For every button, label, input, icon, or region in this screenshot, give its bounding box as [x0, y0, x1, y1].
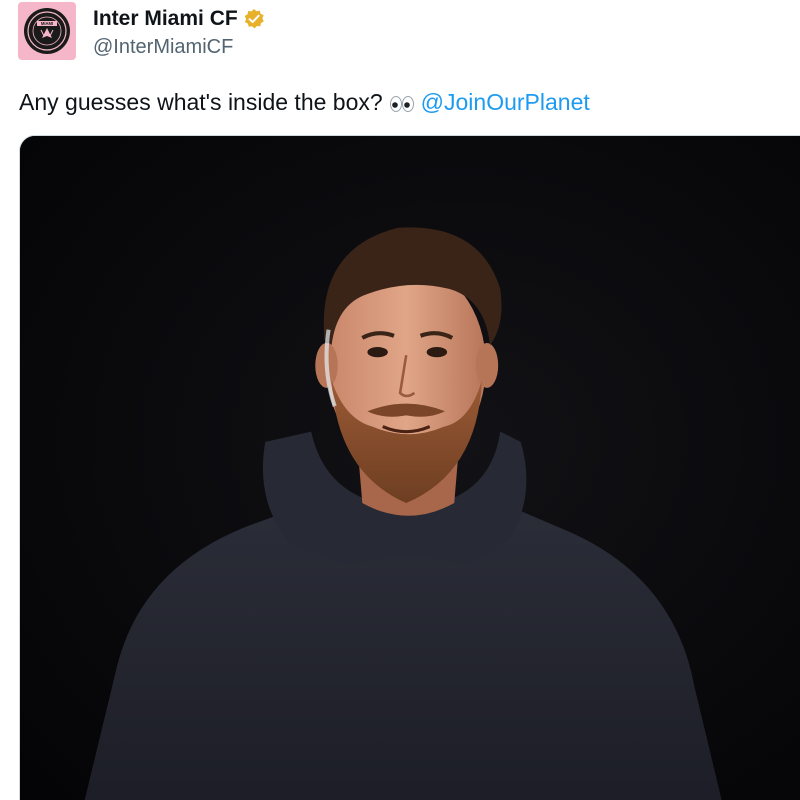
- gold-verified-icon[interactable]: [243, 8, 265, 30]
- eyes-emoji-icon: [389, 95, 414, 112]
- display-name-row: Inter Miami CF: [93, 6, 265, 32]
- account-handle[interactable]: @InterMiamiCF: [93, 34, 265, 60]
- portrait-photo: [20, 136, 800, 800]
- account-names: Inter Miami CF @InterMiamiCF: [93, 6, 265, 60]
- tweet-media[interactable]: [19, 135, 800, 800]
- tweet-body: Any guesses what's inside the box?: [19, 89, 383, 115]
- avatar[interactable]: MIAMI: [18, 2, 76, 60]
- inter-miami-crest-icon: MIAMI: [24, 8, 70, 54]
- tweet-header: MIAMI Inter Miami CF @InterMiamiCF: [18, 2, 265, 60]
- display-name[interactable]: Inter Miami CF: [93, 6, 238, 32]
- tweet-text: Any guesses what's inside the box? @Join…: [19, 86, 590, 118]
- tweet: MIAMI Inter Miami CF @InterMiamiCF Any g…: [0, 0, 800, 800]
- avatar-label: MIAMI: [41, 21, 53, 26]
- mention-link[interactable]: @JoinOurPlanet: [421, 89, 590, 115]
